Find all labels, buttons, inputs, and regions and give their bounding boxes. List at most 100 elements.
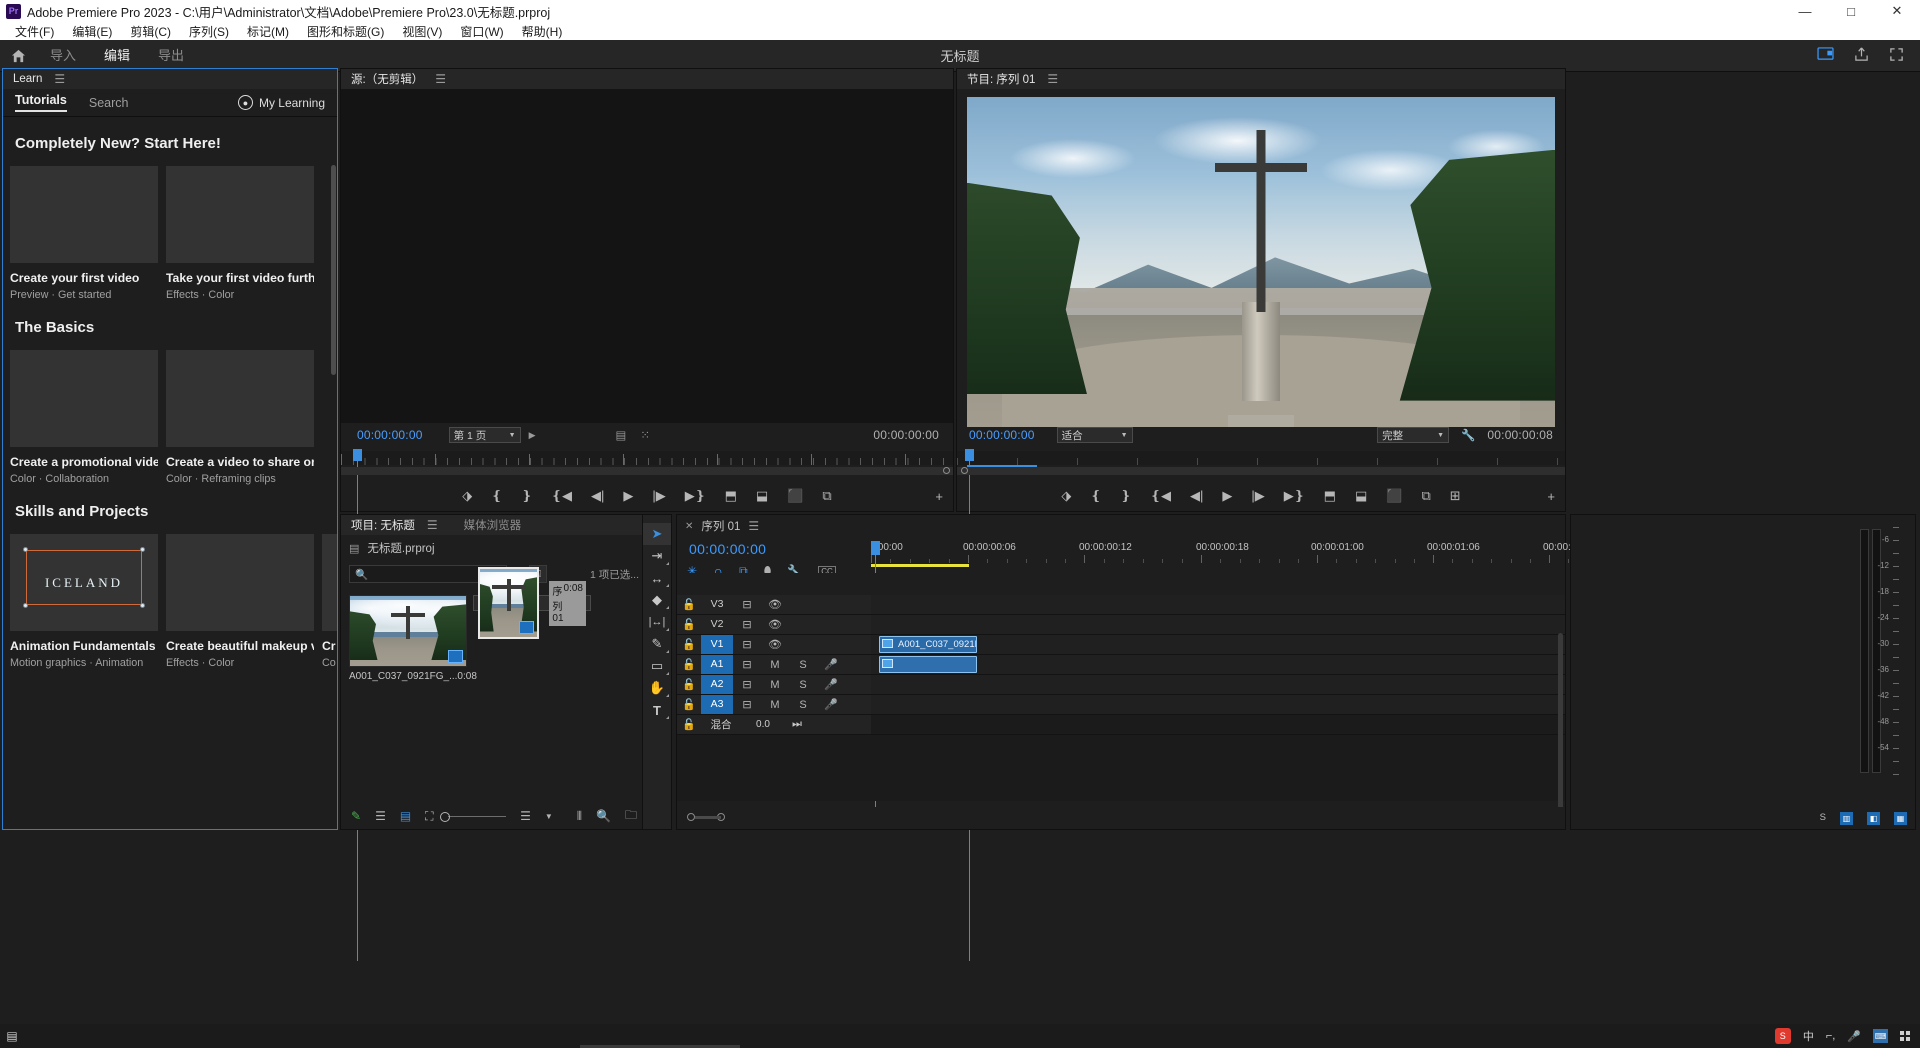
menu-item-graphics[interactable]: 图形和标题(G) — [298, 23, 393, 40]
page-select[interactable]: 第 1 页 ▼ — [449, 427, 521, 443]
sogou-icon[interactable]: S — [1775, 1028, 1791, 1044]
track-area-a3[interactable] — [871, 695, 1565, 714]
track-name-a2[interactable]: A2 — [701, 675, 733, 694]
track-area-v3[interactable] — [871, 595, 1565, 614]
meter-icon[interactable]: ▥ — [1840, 812, 1853, 825]
settings-icon[interactable]: 🔧 — [1461, 428, 1475, 442]
track-visibility-icon[interactable]: 👁 — [761, 638, 789, 651]
timeline-menu-icon[interactable]: ☰ — [748, 519, 759, 533]
export-frame-icon[interactable]: ⬛ — [1386, 488, 1402, 504]
sync-lock-icon[interactable]: ⊟ — [733, 698, 761, 711]
in-out-range-bar[interactable] — [871, 564, 969, 567]
track-visibility-icon[interactable]: 👁 — [761, 618, 789, 631]
taskbar-icon[interactable]: ▤ — [0, 1029, 24, 1043]
ime-keyboard-icon[interactable]: ⌨ — [1873, 1029, 1888, 1043]
page-next-icon[interactable]: ▶ — [529, 430, 536, 441]
add-marker-icon[interactable]: ⬗ — [1061, 488, 1071, 504]
tab-media-browser[interactable]: 媒体浏览器 — [462, 517, 524, 533]
voice-record-icon[interactable]: 🎤 — [817, 658, 845, 671]
tab-source[interactable]: 源:（无剪辑） — [349, 71, 425, 87]
sync-lock-icon[interactable]: ⊟ — [733, 678, 761, 691]
find-icon[interactable]: 🔍 — [596, 809, 611, 823]
timeline-playhead[interactable] — [871, 541, 880, 555]
fit-select[interactable]: 适合 ▼ — [1057, 427, 1133, 443]
sync-lock-icon[interactable]: ⊟ — [733, 618, 761, 631]
tab-learn[interactable]: Learn — [11, 73, 44, 85]
tutorial-card[interactable]: Take your first video further Effects · … — [166, 166, 314, 301]
lock-icon[interactable]: 🔓 — [677, 718, 701, 731]
menu-item-help[interactable]: 帮助(H) — [513, 23, 572, 40]
timeline-zoom-bar[interactable] — [695, 816, 721, 819]
program-current-time[interactable]: 00:00:00:00 — [969, 428, 1035, 442]
menu-item-window[interactable]: 窗口(W) — [451, 23, 512, 40]
new-item-icon[interactable]: ✎ — [351, 809, 361, 823]
timeline-current-time[interactable]: 00:00:00:00 — [689, 541, 766, 557]
menu-item-marker[interactable]: 标记(M) — [238, 23, 298, 40]
tab-edit[interactable]: 编辑 — [90, 40, 144, 72]
track-select-forward-tool[interactable]: ⇥ — [643, 545, 671, 567]
new-bin-icon[interactable]: 🗀 — [625, 806, 637, 827]
ime-punctuation-icon[interactable]: ⌐, — [1826, 1030, 1835, 1042]
sync-lock-icon[interactable]: ⊟ — [733, 598, 761, 611]
automate-icon[interactable]: ⦀ — [577, 809, 582, 824]
project-item[interactable]: 序列 01 0:08 — [473, 595, 591, 611]
track-header-a2[interactable]: 🔓 A2 ⊟ M S 🎤 — [677, 675, 871, 694]
menu-item-clip[interactable]: 剪辑(C) — [121, 23, 180, 40]
extract-icon[interactable]: ⬓ — [1355, 488, 1367, 504]
sync-lock-icon[interactable]: ⊟ — [733, 658, 761, 671]
scrollbar-knob[interactable] — [943, 467, 950, 474]
scrollbar-knob[interactable] — [961, 467, 968, 474]
mute-icon[interactable]: M — [761, 699, 789, 711]
tutorial-card[interactable]: ICELAND Animation Fundamentals Motion gr… — [10, 534, 158, 669]
step-back-icon[interactable]: ◀| — [1190, 488, 1203, 504]
tutorial-card[interactable]: Create your first video Preview · Get st… — [10, 166, 158, 301]
icon-view-icon[interactable]: ▤ — [400, 809, 411, 823]
source-ruler[interactable] — [341, 451, 953, 465]
timeline-zoom-handle-left[interactable] — [687, 813, 695, 821]
audio-waveform-icon[interactable]: ⁙ — [640, 428, 650, 442]
track-header-v1[interactable]: 🔓 V1 ⊟ 👁 — [677, 635, 871, 654]
step-back-icon[interactable]: ◀| — [591, 488, 604, 504]
tutorial-card[interactable]: Create a promotional video Color · Colla… — [10, 350, 158, 485]
my-learning-button[interactable]: ● My Learning — [238, 95, 325, 110]
menu-item-file[interactable]: 文件(F) — [6, 23, 63, 40]
program-playhead[interactable] — [965, 449, 974, 461]
subtab-search[interactable]: Search — [89, 96, 129, 110]
tutorial-card[interactable]: Cr Co — [322, 534, 337, 669]
mic-icon[interactable]: 🎤 — [1847, 1030, 1861, 1043]
comparison-view-icon[interactable]: ⧉ — [822, 488, 831, 504]
program-video-preview[interactable] — [967, 97, 1555, 427]
learn-menu-icon[interactable]: ☰ — [54, 72, 65, 86]
source-zoom-scrollbar[interactable] — [341, 467, 953, 475]
share-icon[interactable] — [1854, 47, 1869, 65]
tab-sequence-01[interactable]: 序列 01 — [701, 518, 740, 534]
slip-tool[interactable]: |↔| — [643, 611, 671, 633]
project-menu-icon[interactable]: ☰ — [427, 518, 438, 532]
tutorial-card[interactable]: Create beautiful makeup v... Effects · C… — [166, 534, 314, 669]
timeline-clip-video[interactable]: A001_C037_0921FG — [879, 636, 977, 653]
track-area-v1[interactable]: A001_C037_0921FG — [871, 635, 1565, 654]
screen-icon[interactable] — [1817, 47, 1834, 64]
button-editor-icon[interactable]: + — [1547, 489, 1555, 504]
track-area-a1[interactable] — [871, 655, 1565, 674]
close-icon[interactable]: ✕ — [685, 521, 693, 532]
track-area-a2[interactable] — [871, 675, 1565, 694]
safe-margins-icon[interactable]: ⊞ — [1450, 488, 1461, 504]
tutorial-card[interactable]: Create a video to share on ... Color · R… — [166, 350, 314, 485]
track-area-v2[interactable] — [871, 615, 1565, 634]
export-frame-icon[interactable]: ⬛ — [787, 488, 803, 504]
track-header-a3[interactable]: 🔓 A3 ⊟ M S 🎤 — [677, 695, 871, 714]
menu-item-edit[interactable]: 编辑(E) — [63, 23, 121, 40]
selection-tool[interactable]: ➤ — [643, 523, 671, 545]
grid-icon[interactable]: ▦ — [1894, 812, 1907, 825]
track-name-a3[interactable]: A3 — [701, 695, 733, 714]
solo-label[interactable]: S — [1820, 812, 1826, 825]
source-menu-icon[interactable]: ☰ — [435, 72, 446, 86]
ime-mode-label[interactable]: 中 — [1803, 1028, 1814, 1044]
goto-in-icon[interactable]: ❴◀ — [551, 488, 572, 504]
list-view-icon[interactable]: ☰ — [375, 809, 386, 823]
sync-lock-icon[interactable]: ⊟ — [733, 638, 761, 651]
goto-out-icon[interactable]: ▶❵ — [1284, 488, 1305, 504]
step-forward-icon[interactable]: |▶ — [1251, 488, 1264, 504]
insert-icon[interactable]: ⬒ — [725, 488, 737, 504]
